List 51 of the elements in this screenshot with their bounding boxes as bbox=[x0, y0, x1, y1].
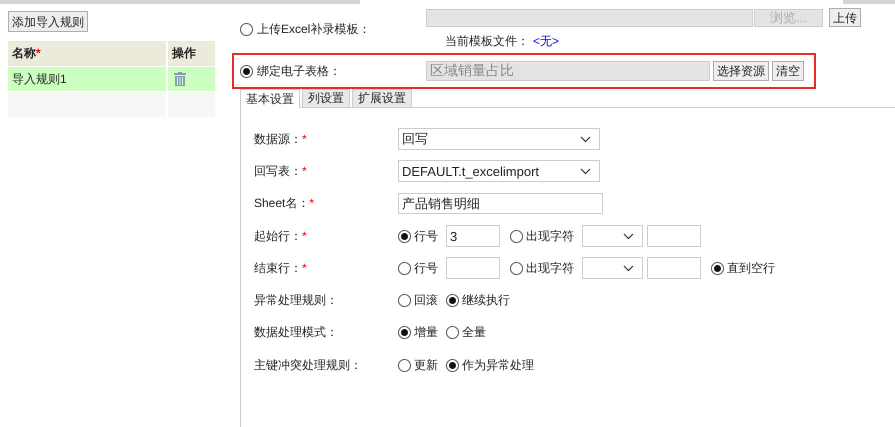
radio-button[interactable] bbox=[398, 294, 411, 308]
radio-button[interactable] bbox=[398, 230, 411, 243]
radio-button[interactable] bbox=[398, 262, 411, 275]
radio-label: 作为异常处理 bbox=[462, 356, 534, 374]
radio-button[interactable] bbox=[510, 262, 523, 275]
column-header: 操作 bbox=[168, 41, 215, 66]
radio-label: 回滚 bbox=[414, 292, 438, 310]
sheet-name-field[interactable]: 产品销售明细 bbox=[398, 193, 603, 214]
dropdown[interactable]: DEFAULT.t_excelimport bbox=[398, 160, 600, 182]
radio-button[interactable] bbox=[510, 230, 523, 243]
dropdown[interactable]: 回写 bbox=[398, 128, 600, 150]
chevron-icon bbox=[580, 136, 591, 143]
radio-button[interactable] bbox=[398, 326, 411, 340]
radio-button[interactable] bbox=[446, 326, 459, 340]
field-label: 结束行：* bbox=[254, 260, 308, 277]
tab[interactable]: 列设置 bbox=[302, 89, 350, 107]
radio-label: 绑定电子表格： bbox=[257, 62, 341, 80]
current-file-label: 当前模板文件： bbox=[445, 33, 529, 50]
radio-label: 继续执行 bbox=[462, 292, 510, 310]
radio-label: 全量 bbox=[462, 324, 486, 342]
tab[interactable]: 扩展设置 bbox=[352, 89, 412, 107]
radio-label: 出现字符 bbox=[526, 260, 574, 277]
radio-label: 行号 bbox=[414, 260, 438, 277]
radio-label: 直到空行 bbox=[727, 260, 775, 277]
chevron-icon bbox=[623, 264, 634, 272]
radio-button[interactable] bbox=[711, 262, 724, 275]
field-label: 异常处理规则： bbox=[254, 292, 339, 310]
tab[interactable]: 基本设置 bbox=[240, 89, 300, 108]
rule-name[interactable]: 导入规则1 bbox=[8, 66, 168, 91]
chevron-icon bbox=[623, 232, 634, 240]
radio-button[interactable] bbox=[446, 358, 459, 372]
radio-label: 上传Excel补录模板： bbox=[257, 20, 370, 38]
field-label: 数据处理模式： bbox=[254, 324, 339, 342]
radio-button[interactable] bbox=[398, 358, 411, 372]
add-rule-button[interactable]: 添加导入规则 bbox=[8, 11, 88, 32]
radio-label: 行号 bbox=[414, 228, 438, 245]
radio-button[interactable] bbox=[446, 294, 459, 308]
radio-label: 更新 bbox=[414, 356, 438, 374]
char-field[interactable] bbox=[647, 225, 701, 248]
row-number-field[interactable] bbox=[446, 257, 500, 280]
field-label: 数据源：* bbox=[254, 130, 308, 148]
field-label: 主键冲突处理规则： bbox=[254, 356, 363, 374]
radio-label: 增量 bbox=[414, 324, 438, 342]
field-label: Sheet名：* bbox=[254, 195, 316, 212]
char-field[interactable] bbox=[647, 257, 701, 280]
radio-label: 出现字符 bbox=[526, 228, 574, 245]
row-number-field[interactable]: 3 bbox=[446, 225, 500, 248]
column-header: 名称* bbox=[8, 41, 168, 66]
field-label: 回写表：* bbox=[254, 162, 308, 180]
chevron-icon bbox=[580, 168, 591, 175]
field-label: 起始行：* bbox=[254, 228, 308, 245]
